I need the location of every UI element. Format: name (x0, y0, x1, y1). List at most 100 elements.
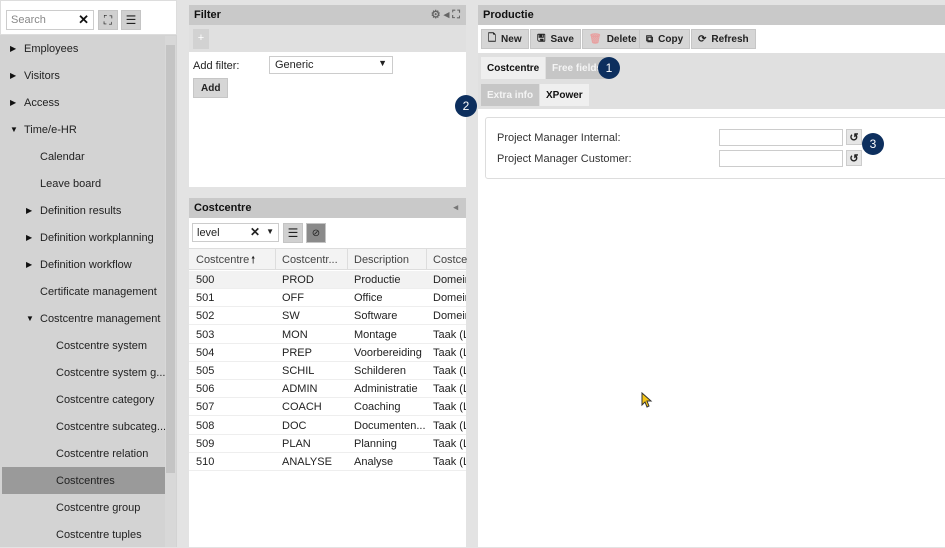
sidebar-item-label: Definition workplanning (40, 231, 154, 244)
undo-icon: ↺ (849, 131, 859, 144)
sidebar-item-label: Employees (24, 42, 79, 55)
tab-extra-info[interactable]: Extra info (481, 84, 540, 106)
table-row[interactable]: 509 PLAN Planning Taak (Le (189, 434, 466, 453)
gear-icon[interactable]: ⚙ (431, 9, 441, 21)
search-input[interactable]: Search ✕ (6, 10, 94, 30)
sidebar-item-label: Costcentre subcateg... (56, 420, 167, 433)
detail-header: Productie (478, 5, 945, 25)
table-row[interactable]: 510 ANALYSE Analyse Taak (Le (189, 453, 466, 471)
sidebar-item[interactable]: ▶ Employees (2, 35, 165, 62)
column-header[interactable]: Costcentr... (282, 254, 338, 266)
sidebar-item-label: Definition workflow (40, 258, 132, 271)
sidebar-item[interactable]: ▶ Access (2, 89, 165, 116)
clear-search-icon[interactable]: ✕ (78, 12, 89, 28)
sidebar-item[interactable]: Costcentre group (2, 494, 165, 521)
delete-button[interactable]: 🗑 Delete (582, 29, 644, 49)
copy-button[interactable]: ⧉ Copy (639, 29, 691, 49)
table-cell: SW (282, 310, 300, 323)
sidebar-item[interactable]: Costcentre system g... (2, 359, 165, 386)
collapse-left-icon[interactable]: ◂ (444, 9, 450, 21)
tab-costcentre[interactable]: Costcentre (481, 57, 546, 79)
caret-right-icon[interactable]: ▶ (10, 71, 24, 80)
sidebar-item[interactable]: ▶ Definition workflow (2, 251, 165, 278)
sidebar-item[interactable]: Certificate management (2, 278, 165, 305)
column-divider[interactable] (426, 249, 427, 270)
reset-pm-internal-button[interactable]: ↺ (846, 129, 862, 145)
table-row[interactable]: 501 OFF Office Domein (189, 289, 466, 308)
collapse-left-icon[interactable]: ◂ (453, 202, 458, 213)
caret-right-icon[interactable]: ▶ (26, 260, 40, 269)
table-row[interactable]: 506 ADMIN Administratie Taak (Le (189, 380, 466, 399)
table-cell: Productie (354, 274, 401, 286)
table-row[interactable]: 508 DOC Documenten... Taak (Le (189, 416, 466, 435)
expand-icon: ⛶ (103, 12, 113, 27)
filter-type-select[interactable]: Generic ▼ (269, 56, 393, 74)
table-cell: COACH (282, 401, 322, 414)
sidebar-item[interactable]: Costcentre relation (2, 440, 165, 467)
sidebar-item-label: Costcentre relation (56, 447, 149, 460)
caret-right-icon[interactable]: ▶ (10, 44, 24, 53)
fullscreen-icon[interactable]: ⛶ (452, 9, 460, 21)
caret-down-icon[interactable]: ▼ (10, 125, 24, 134)
trash-icon: 🗑 (589, 33, 602, 45)
column-header[interactable]: Description (354, 254, 409, 266)
table-row[interactable]: 502 SW Software Domein (189, 307, 466, 326)
add-button[interactable]: Add (193, 78, 229, 98)
table-cell: Montage (354, 328, 397, 341)
sidebar-item[interactable]: ▶ Visitors (2, 62, 165, 89)
column-header[interactable]: Costce (433, 254, 467, 266)
table-cell: Domein (433, 274, 466, 286)
sidebar-item-label: Costcentre system (56, 339, 148, 352)
pm-internal-input[interactable] (719, 129, 843, 146)
column-divider[interactable] (275, 249, 276, 270)
reset-pm-customer-button[interactable]: ↺ (846, 150, 862, 166)
save-button[interactable]: 🖫 Save (530, 29, 581, 49)
sidebar-item[interactable]: Leave board (2, 170, 165, 197)
table-cell: OFF (282, 292, 304, 305)
pm-customer-label: Project Manager Customer: (497, 153, 632, 165)
sidebar-item[interactable]: Costcentres (2, 467, 165, 494)
sidebar-item[interactable]: ▶ Definition workplanning (2, 224, 165, 251)
table-cell: Taak (Le (433, 328, 466, 341)
new-button[interactable]: 🗋 New (481, 29, 529, 49)
menu-button[interactable]: ☰ (121, 10, 141, 30)
refresh-button[interactable]: ⟳ Refresh (691, 29, 756, 49)
table-row[interactable]: 500 PROD Productie Domein (189, 271, 466, 289)
table-row[interactable]: 507 COACH Coaching Taak (Le (189, 398, 466, 417)
filter-off-icon: ⊘ (311, 227, 321, 239)
clear-filter-button[interactable]: ⊘ (306, 223, 326, 243)
table-cell: Domein (433, 292, 466, 305)
expand-all-button[interactable]: ⛶ (98, 10, 118, 30)
sidebar-item[interactable]: Costcentre subcateg... (2, 413, 167, 440)
table-cell: Office (354, 292, 383, 305)
pm-customer-input[interactable] (719, 150, 843, 167)
sidebar-item[interactable]: ▼ Costcentre management (2, 305, 165, 332)
sidebar-item[interactable]: Costcentre tuples (2, 521, 165, 548)
column-divider[interactable] (347, 249, 348, 270)
sidebar-item[interactable]: Calendar (2, 143, 165, 170)
sidebar-item[interactable]: ▶ Definition results (2, 197, 165, 224)
sidebar-item[interactable]: ▼ Time/e-HR (2, 116, 165, 143)
costcentre-header: Costcentre ◂ (189, 198, 466, 218)
sidebar-scrollbar-thumb[interactable] (166, 45, 175, 473)
copy-icon: ⧉ (646, 33, 654, 45)
caret-down-icon[interactable]: ▼ (26, 314, 40, 323)
list-view-button[interactable]: ☰ (283, 223, 303, 243)
table-row[interactable]: 503 MON Montage Taak (Le (189, 325, 466, 344)
sidebar-item[interactable]: Costcentre system (2, 332, 165, 359)
sidebar-item[interactable]: Costcentre category (2, 386, 165, 413)
caret-right-icon[interactable]: ▶ (10, 98, 24, 107)
table-cell: Analyse (354, 456, 394, 468)
add-filter-plus-button[interactable]: + (193, 29, 209, 49)
sort-asc-icon[interactable]: 🠕 (251, 253, 255, 270)
level-select[interactable]: level ✕ ▼ (192, 223, 279, 242)
tab-xpower[interactable]: XPower (540, 84, 589, 106)
table-row[interactable]: 504 PREP Voorbereiding Taak (Le (189, 343, 466, 362)
caret-right-icon[interactable]: ▶ (26, 206, 40, 215)
table-row[interactable]: 505 SCHIL Schilderen Taak (Le (189, 362, 466, 380)
detail-title: Productie (483, 9, 534, 21)
caret-right-icon[interactable]: ▶ (26, 233, 40, 242)
clear-icon[interactable]: ✕ (250, 225, 260, 239)
copy-label: Copy (658, 33, 684, 45)
column-header[interactable]: Costcentre (196, 254, 249, 266)
